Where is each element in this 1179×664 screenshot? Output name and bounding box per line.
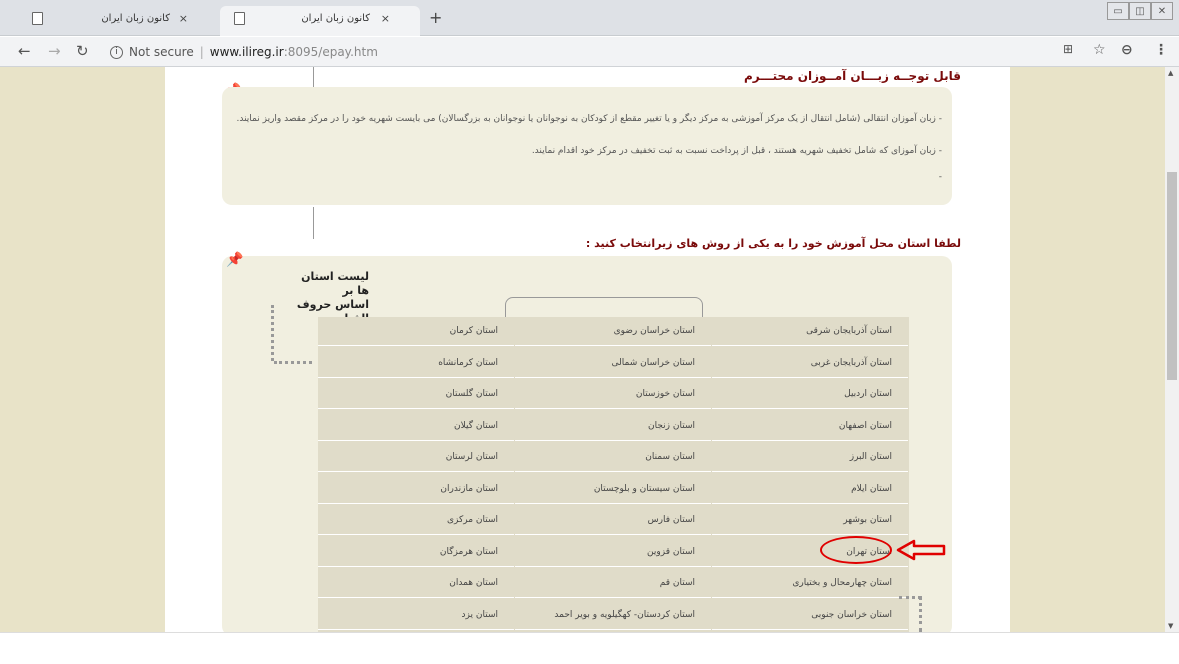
tab-1[interactable]: کانون زبان ایران × <box>10 6 220 36</box>
star-icon[interactable]: ☆ <box>1093 42 1106 58</box>
pin-icon: 📌 <box>226 252 244 268</box>
tab-2[interactable]: کانون زبان ایران × <box>220 6 420 36</box>
arrow-left-icon <box>896 539 946 561</box>
scroll-up-icon[interactable]: ▲ <box>1168 69 1173 77</box>
page-viewport: قابل توجــه زبـــان آمــوزان محتـــرم 📌 … <box>0 67 1165 632</box>
forward-icon[interactable]: → <box>48 42 61 60</box>
reload-icon[interactable]: ↻ <box>76 42 89 60</box>
province-link[interactable]: استان خوزستان <box>515 380 711 409</box>
page-bottom <box>0 632 1179 664</box>
note-3: - <box>938 172 942 182</box>
province-link[interactable]: استان لرستان <box>318 443 514 472</box>
close-icon[interactable]: × <box>179 12 188 25</box>
url-domain: www.ilireg.ir <box>209 45 284 59</box>
url-path: :8095/epay.htm <box>283 45 378 59</box>
province-link[interactable]: استان خراسان شمالی <box>515 349 711 378</box>
notice-box: - زبان آموزان انتقالی (شامل انتقال از یک… <box>222 87 952 205</box>
scroll-down-icon[interactable]: ▼ <box>1168 622 1173 630</box>
info-icon[interactable]: i <box>110 45 123 59</box>
province-grid: استان آذربایجان شرقی استان آذربایجان غربی… <box>318 317 909 632</box>
province-link[interactable]: استان آذربایجان غربی <box>712 349 908 378</box>
province-link[interactable]: استان همدان <box>318 569 514 598</box>
dashed-connector <box>274 361 312 364</box>
new-tab-button[interactable]: + <box>429 8 442 27</box>
account-icon[interactable]: ⊖ <box>1121 42 1133 58</box>
dashed-connector <box>919 596 922 632</box>
province-link[interactable]: استان فارس <box>515 506 711 535</box>
tab-title: کانون زبان ایران <box>301 13 370 24</box>
close-window-icon[interactable]: ✕ <box>1151 2 1173 20</box>
note-1: - زبان آموزان انتقالی (شامل انتقال از یک… <box>236 114 942 124</box>
divider <box>313 207 314 239</box>
translate-icon[interactable]: ⊞ <box>1063 42 1073 56</box>
province-link[interactable]: استان خراسان رضوی <box>515 317 711 346</box>
province-link[interactable]: استان گیلان <box>318 412 514 441</box>
page-icon <box>32 12 43 25</box>
province-link[interactable]: استان اصفهان <box>712 412 908 441</box>
province-link[interactable]: استان کرمان <box>318 317 514 346</box>
province-link[interactable]: استان مازندران <box>318 475 514 504</box>
province-link[interactable]: استان چهارمحال و بختیاری <box>712 569 908 598</box>
province-link[interactable]: استان قم <box>515 569 711 598</box>
minimize-icon[interactable]: ▭ <box>1107 2 1129 20</box>
security-label: Not secure <box>129 45 194 59</box>
list-label-line: لیست استان ها بر <box>301 270 369 297</box>
tab-strip: کانون زبان ایران × کانون زبان ایران × + … <box>0 0 1179 36</box>
window-controls: ▭ ◫ ✕ <box>1107 2 1173 20</box>
back-icon[interactable]: ← <box>18 42 31 60</box>
province-link[interactable]: استان مرکزی <box>318 506 514 535</box>
province-link[interactable]: استان کردستان- کهگیلویه و بویر احمد <box>515 601 711 630</box>
province-link[interactable]: استان ایلام <box>712 475 908 504</box>
province-link[interactable]: استان بوشهر <box>712 506 908 535</box>
separator: | <box>199 45 204 59</box>
province-link[interactable]: استان گلستان <box>318 380 514 409</box>
tab-title: کانون زبان ایران <box>101 13 170 24</box>
address-bar[interactable]: i Not secure | www.ilireg.ir:8095/epay.h… <box>102 40 1140 64</box>
province-link[interactable]: استان قزوین <box>515 538 711 567</box>
province-link[interactable]: استان خراسان جنوبی <box>712 601 908 630</box>
province-link[interactable]: استان یزد <box>318 601 514 630</box>
province-link[interactable]: استان سیستان و بلوچستان <box>515 475 711 504</box>
browser-toolbar: ← → ↻ i Not secure | www.ilireg.ir:8095/… <box>0 37 1179 67</box>
browser-window: کانون زبان ایران × کانون زبان ایران × + … <box>0 0 1179 664</box>
close-icon[interactable]: × <box>381 12 390 25</box>
province-link[interactable]: استان کرمانشاه <box>318 349 514 378</box>
highlight-ellipse <box>820 536 892 564</box>
province-link[interactable]: استان زنجان <box>515 412 711 441</box>
dashed-connector <box>271 305 274 361</box>
select-title: لطفا استان محل آموزش خود را به یکی از رو… <box>585 237 961 250</box>
page-icon <box>234 12 245 25</box>
province-link[interactable]: استان سمنان <box>515 443 711 472</box>
dashed-connector <box>899 596 921 599</box>
province-link[interactable]: استان اردبیل <box>712 380 908 409</box>
province-link[interactable]: استان هرمزگان <box>318 538 514 567</box>
province-link[interactable]: استان آذربایجان شرقی <box>712 317 908 346</box>
province-link[interactable]: استان البرز <box>712 443 908 472</box>
scrollbar-thumb[interactable] <box>1167 172 1177 380</box>
menu-icon[interactable]: ⋮ <box>1154 42 1168 58</box>
notice-title: قابل توجــه زبـــان آمــوزان محتـــرم <box>744 69 961 83</box>
maximize-icon[interactable]: ◫ <box>1129 2 1151 20</box>
note-2: - زبان آموزای که شامل تخفیف شهریه هستند … <box>531 146 942 156</box>
